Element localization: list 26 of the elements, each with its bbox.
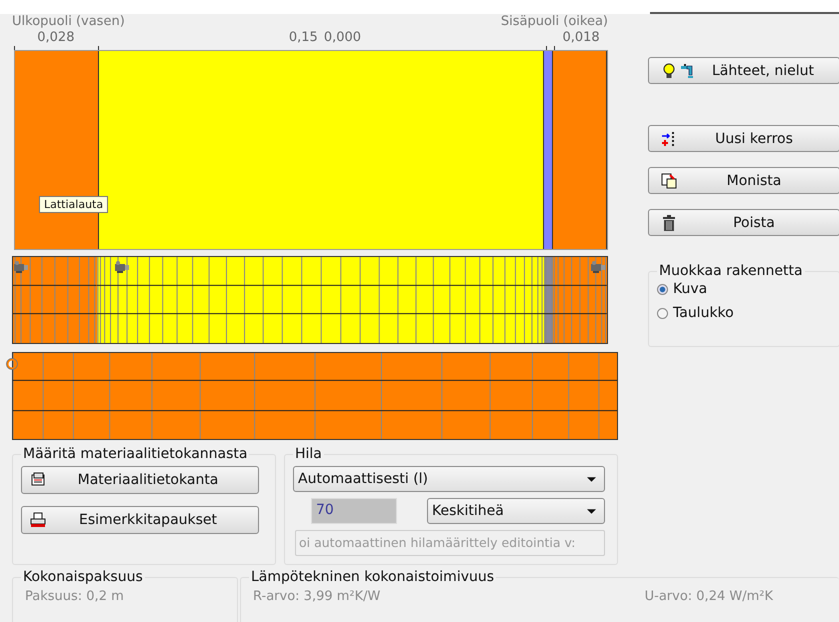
group-title: Lämpötekninen kokonaistoimivuus <box>250 569 496 585</box>
toolbar-button[interactable]: Lähteet, nielut <box>648 57 839 84</box>
group-title: Muokkaa rakennetta <box>658 263 804 279</box>
thickness-label: 0,15 <box>288 30 318 45</box>
material-button[interactable]: Esimerkkitapaukset <box>21 506 259 534</box>
u-value: U-arvo: 0,24 W/m²K <box>644 589 773 604</box>
count-field[interactable]: 70 <box>311 498 397 524</box>
thickness-label: 0,028 <box>37 30 74 45</box>
density-dropdown[interactable]: Keskitiheä <box>427 498 605 524</box>
toolbar-button[interactable]: Monista <box>648 167 839 194</box>
outside-label: Ulkopuoli (vasen) <box>12 14 125 30</box>
material-button[interactable]: Materiaalitietokanta <box>21 466 259 494</box>
group-title: Määritä materiaalitietokannasta <box>22 446 248 462</box>
tooltip: Lattialauta <box>39 196 108 213</box>
thickness-label: 0,018 <box>562 30 600 45</box>
thickness-value: Paksuus: 0,2 m <box>24 589 124 604</box>
radio-option[interactable]: Taulukko <box>657 305 831 321</box>
radio-option[interactable]: Kuva <box>657 281 831 297</box>
group-title: Hila <box>294 446 323 462</box>
group-title: Kokonaispaksuus <box>22 569 144 585</box>
inside-label: Sisäpuoli (oikea) <box>500 14 608 30</box>
thickness-label: 0,000 <box>324 30 362 45</box>
toolbar-button[interactable]: Poista <box>648 209 839 236</box>
toolbar-button[interactable]: Uusi kerros <box>648 125 839 152</box>
mode-dropdown[interactable]: Automaattisesti (l) <box>293 466 605 492</box>
r-value: R-arvo: 3,99 m²K/W <box>252 589 380 604</box>
